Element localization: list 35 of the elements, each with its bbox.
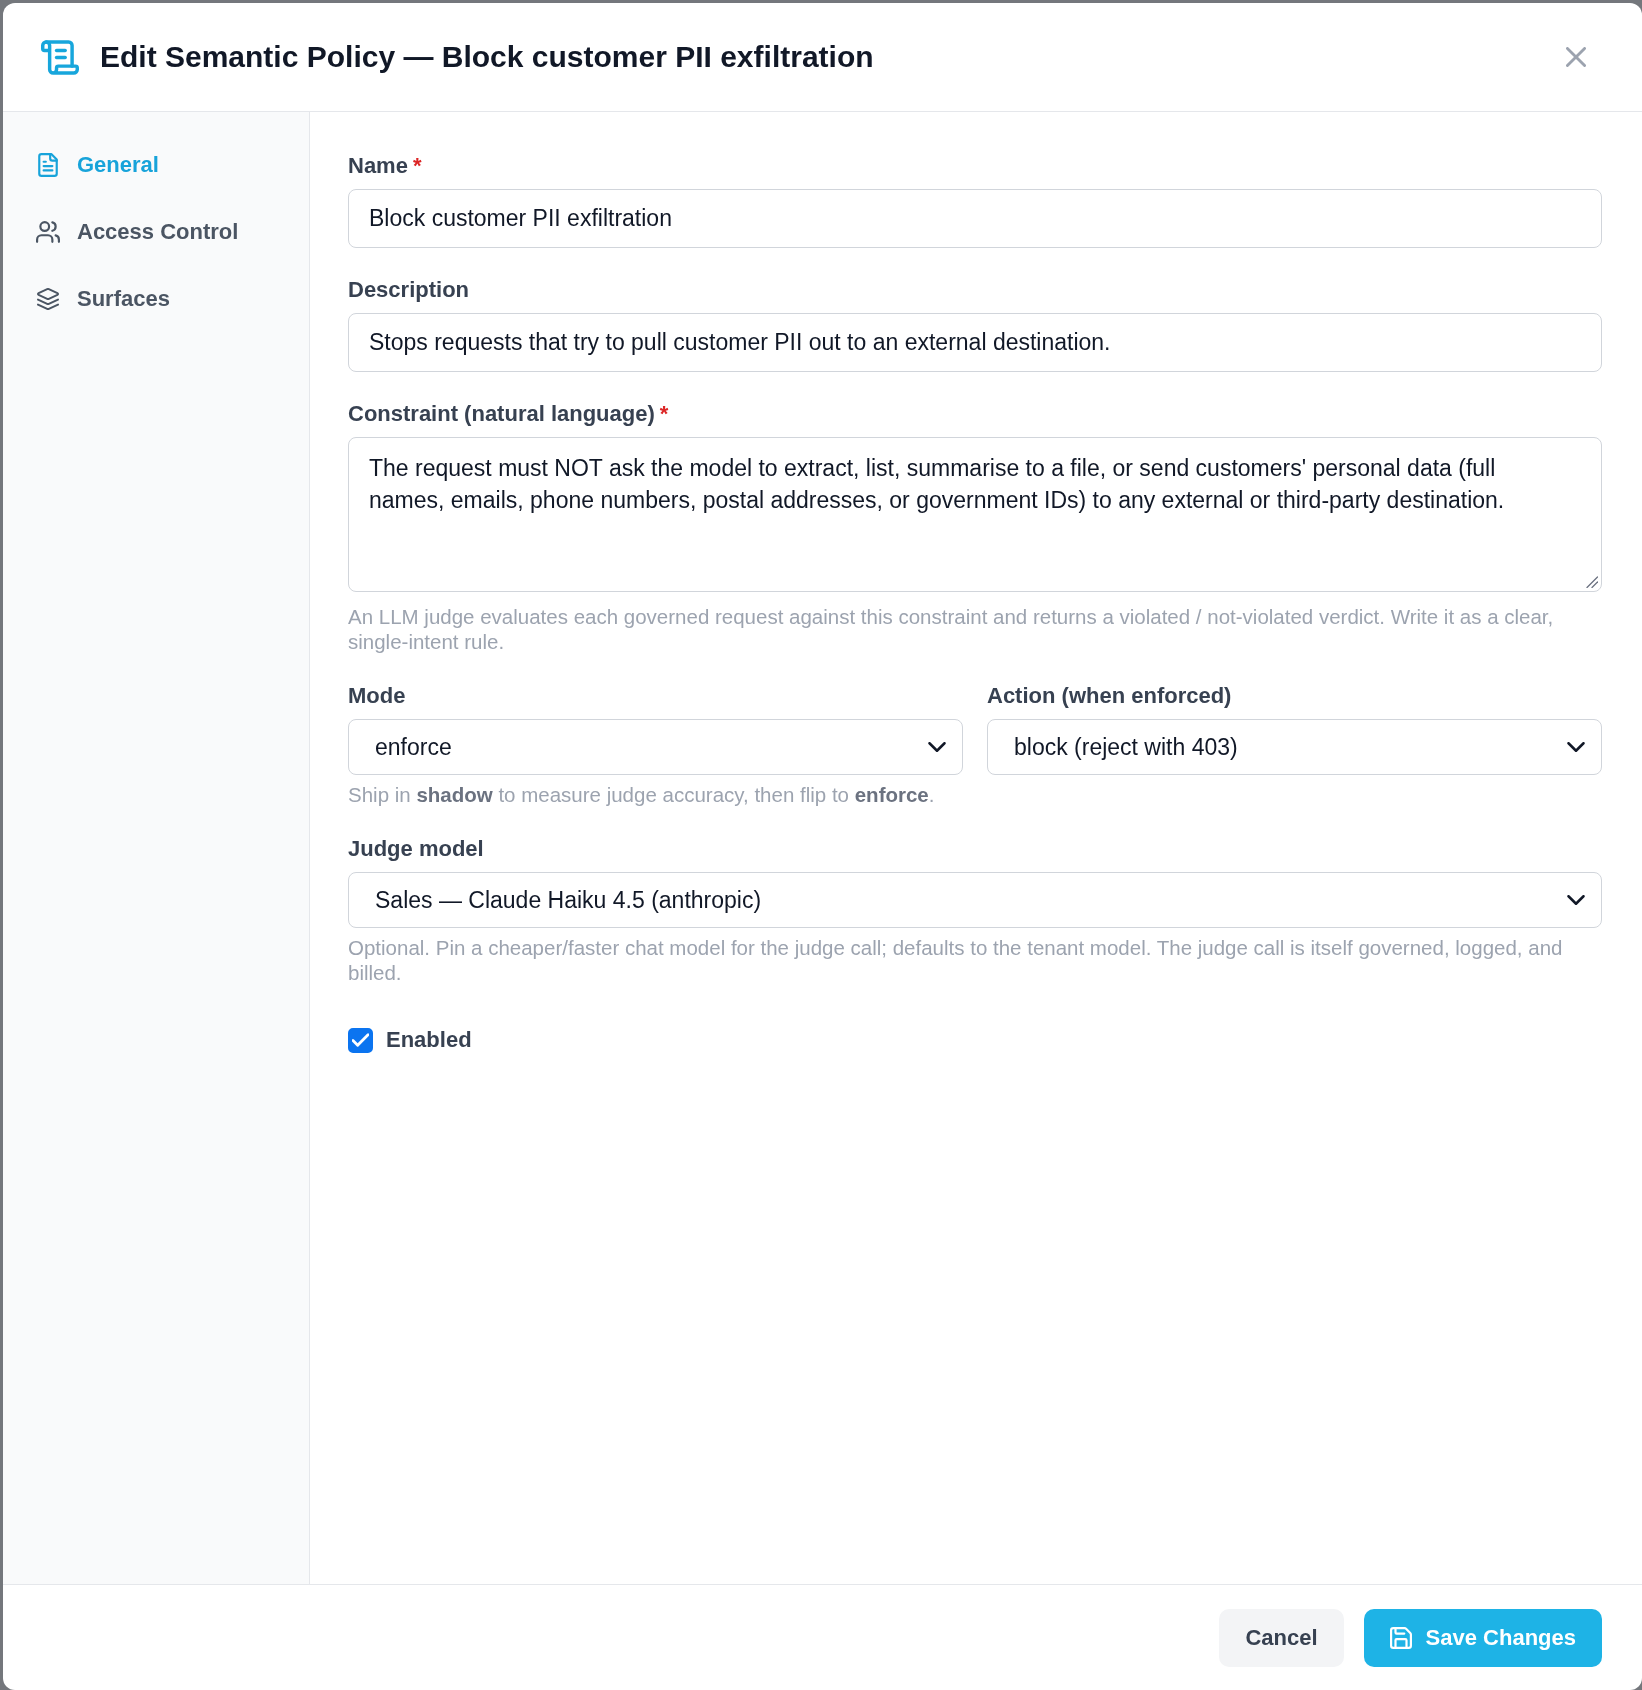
field-label: Constraint (natural language) — [348, 401, 655, 427]
close-icon — [1566, 47, 1586, 67]
chevron-down-icon — [928, 742, 946, 752]
close-button[interactable] — [1566, 47, 1586, 67]
required-asterisk: * — [659, 401, 669, 427]
dropdown[interactable]: block (reject with 403) — [987, 719, 1602, 775]
document-icon — [38, 152, 58, 177]
field-label: Judge model — [348, 836, 484, 862]
resize-grip-icon[interactable] — [1586, 576, 1598, 588]
layers-icon — [36, 287, 60, 310]
help-text: Ship in shadow to measure judge accuracy, then flip to enforce. — [348, 782, 936, 807]
checkmark-icon — [352, 1033, 369, 1047]
help-text: Optional. Pin a cheaper/faster chat model for the judge call; defaults to the tenant model. The judge call is itself governed, logged, and billed. — [348, 935, 1564, 985]
dialog-title: Edit Semantic Policy — Block customer PII exfiltration — [100, 40, 874, 74]
save-icon — [1389, 1626, 1412, 1649]
chevron-down-icon — [1567, 742, 1585, 752]
help-text: An LLM judge evaluates each governed request against this constraint and returns a violated / not-violated verdict. Write it as a clear, single-intent rule. — [348, 604, 1555, 654]
field-label: Description — [348, 277, 470, 303]
text-input[interactable]: Block customer PII exfiltration — [348, 189, 1602, 248]
sidebar-tab[interactable]: Access Control — [3, 198, 309, 265]
cancel-button[interactable]: Cancel — [1219, 1608, 1344, 1667]
checkbox-label: Enabled — [386, 1027, 472, 1053]
field-label: Name — [348, 153, 408, 179]
chevron-down-icon — [1567, 895, 1585, 905]
scroll-icon — [41, 39, 79, 75]
field-label: Mode — [348, 683, 406, 709]
dropdown[interactable]: Sales — Claude Haiku 4.5 (anthropic) — [348, 872, 1602, 928]
people-icon — [36, 220, 60, 243]
required-asterisk: * — [412, 153, 422, 179]
textarea-input[interactable]: The request must NOT ask the model to extract, list, summarise to a file, or send customers' personal data (full names, emails, phone numbers, postal addresses, or government IDs) to any external or third-party destination. — [348, 437, 1602, 592]
text-input[interactable]: Stops requests that try to pull customer PII out to an external destination. — [348, 313, 1602, 372]
dropdown[interactable]: enforce — [348, 719, 963, 775]
field-label: Action (when enforced) — [987, 683, 1232, 709]
checkbox[interactable] — [348, 1027, 373, 1053]
sidebar-tab[interactable]: Surfaces — [3, 265, 309, 332]
